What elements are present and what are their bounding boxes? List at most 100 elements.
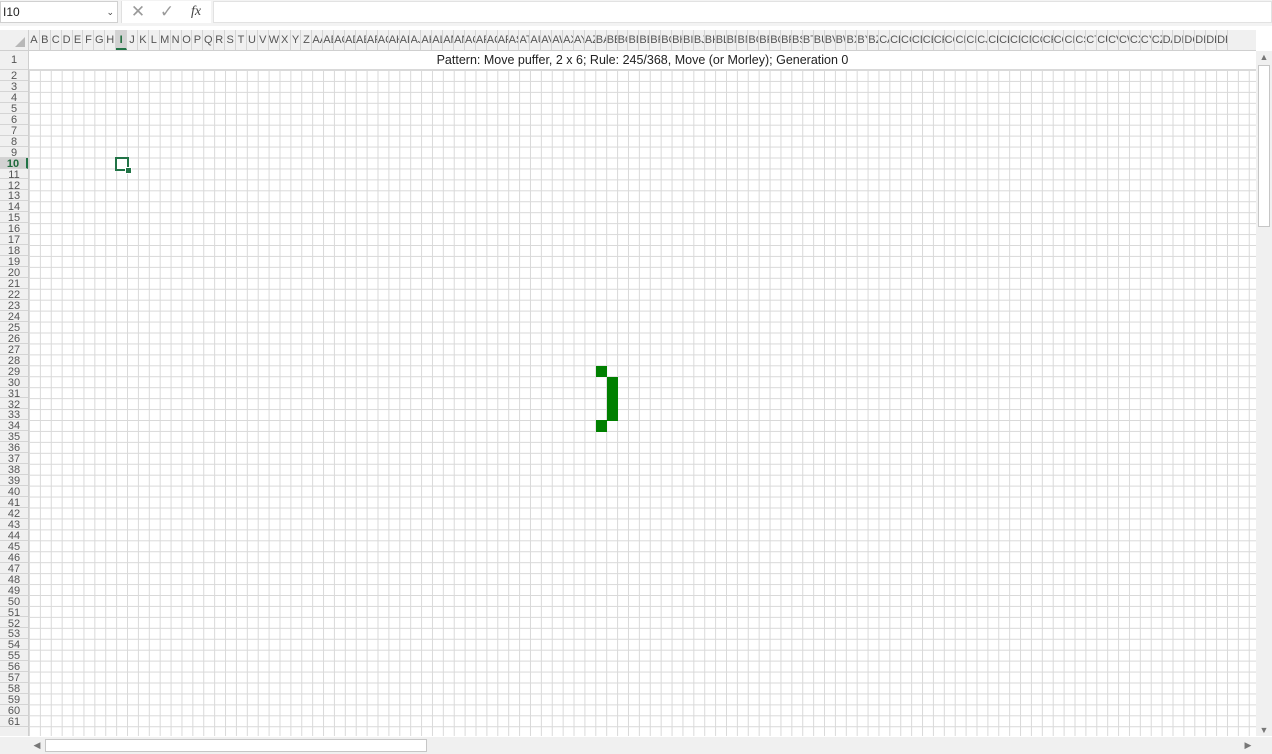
column-header[interactable]: U — [247, 30, 258, 50]
row-header[interactable]: 25 — [0, 322, 28, 333]
column-header[interactable]: BF — [650, 30, 662, 50]
column-header[interactable]: AJ — [411, 30, 422, 50]
row-header[interactable]: 59 — [0, 694, 28, 706]
row-header[interactable]: 32 — [0, 399, 28, 410]
column-header[interactable]: CF — [934, 30, 945, 50]
row-header[interactable]: 6 — [0, 114, 28, 125]
row-header[interactable]: 19 — [0, 256, 28, 268]
row-header[interactable]: 3 — [0, 81, 28, 92]
row-header[interactable]: 49 — [0, 585, 28, 596]
column-header[interactable]: B — [40, 30, 51, 50]
row-header[interactable]: 34 — [0, 420, 28, 432]
column-header[interactable]: E — [73, 30, 84, 50]
column-header[interactable]: CP — [1043, 30, 1054, 50]
column-header[interactable]: H — [105, 30, 117, 50]
live-cell[interactable] — [606, 409, 619, 421]
row-header[interactable]: 48 — [0, 574, 28, 585]
column-header[interactable]: CT — [1086, 30, 1098, 50]
column-header[interactable]: A — [29, 30, 40, 50]
column-header[interactable]: BN — [738, 30, 749, 50]
column-header[interactable]: BK — [705, 30, 716, 50]
column-header[interactable]: BB — [607, 30, 618, 50]
formula-input[interactable] — [213, 1, 1272, 23]
column-header[interactable]: BO — [748, 30, 760, 50]
column-header[interactable]: S — [225, 30, 237, 50]
scroll-down-icon[interactable]: ▼ — [1257, 725, 1271, 735]
row-header[interactable]: 9 — [0, 147, 28, 158]
column-header[interactable]: CG — [945, 30, 956, 50]
row-header[interactable]: 27 — [0, 344, 28, 355]
column-header[interactable]: CX — [1130, 30, 1141, 50]
column-header[interactable]: F — [84, 30, 95, 50]
row-header[interactable]: 17 — [0, 234, 28, 246]
column-header[interactable]: CB — [890, 30, 901, 50]
fill-handle[interactable] — [125, 166, 133, 174]
row-header[interactable]: 38 — [0, 464, 28, 476]
cancel-icon[interactable]: ✕ — [127, 1, 149, 23]
column-header[interactable]: AB — [323, 30, 335, 50]
vertical-scrollbar[interactable]: ▲ ▼ — [1256, 51, 1272, 736]
column-header[interactable]: BR — [781, 30, 792, 50]
column-header[interactable]: CK — [988, 30, 1000, 50]
column-header[interactable]: AE — [356, 30, 367, 50]
row-header[interactable]: 26 — [0, 333, 28, 344]
row-header[interactable]: 54 — [0, 639, 28, 651]
column-header[interactable]: AY — [574, 30, 585, 50]
column-header[interactable]: BX — [847, 30, 858, 50]
column-header[interactable]: CO — [1032, 30, 1043, 50]
row-header[interactable]: 42 — [0, 508, 28, 519]
horizontal-scrollbar[interactable]: ◀ ▶ — [29, 737, 1256, 754]
column-header[interactable]: AT — [520, 30, 531, 50]
enter-icon[interactable]: ✓ — [156, 1, 178, 23]
live-cell[interactable] — [606, 398, 619, 411]
column-header[interactable]: DA — [1163, 30, 1174, 50]
row-header[interactable]: 14 — [0, 201, 28, 213]
column-header[interactable]: CQ — [1054, 30, 1065, 50]
column-header[interactable]: CW — [1119, 30, 1130, 50]
column-header[interactable]: CY — [1141, 30, 1152, 50]
row-header[interactable]: 23 — [0, 300, 28, 311]
column-header[interactable]: AS — [509, 30, 520, 50]
column-header[interactable]: BJ — [694, 30, 705, 50]
row-header[interactable]: 41 — [0, 497, 28, 508]
column-header[interactable]: BM — [727, 30, 738, 50]
column-header[interactable]: BA — [596, 30, 607, 50]
column-header[interactable]: AX — [563, 30, 574, 50]
column-header[interactable]: BL — [716, 30, 727, 50]
column-header[interactable]: K — [138, 30, 149, 50]
column-header[interactable]: C — [51, 30, 62, 50]
column-header[interactable]: BT — [803, 30, 814, 50]
column-header[interactable]: AM — [443, 30, 455, 50]
column-header[interactable]: BU — [814, 30, 825, 50]
column-header[interactable]: CR — [1065, 30, 1076, 50]
column-header[interactable]: CI — [966, 30, 978, 50]
column-header[interactable]: AV — [541, 30, 553, 50]
column-header[interactable]: CJ — [977, 30, 989, 50]
insert-function-icon[interactable]: fx — [185, 1, 207, 23]
select-all-button[interactable] — [0, 30, 29, 51]
row-header[interactable]: 52 — [0, 618, 28, 629]
live-cell[interactable] — [606, 387, 619, 400]
column-header[interactable]: BG — [661, 30, 673, 50]
row-header[interactable]: 12 — [0, 180, 28, 191]
row-header[interactable]: 13 — [0, 190, 28, 202]
name-box[interactable]: I10 ⌄ — [0, 1, 118, 23]
sheet-grid[interactable]: Pattern: Move puffer, 2 x 6; Rule: 245/3… — [29, 51, 1256, 736]
column-header[interactable]: O — [182, 30, 193, 50]
column-header[interactable]: P — [193, 30, 204, 50]
column-header[interactable]: AD — [345, 30, 356, 50]
column-header[interactable]: AU — [530, 30, 542, 50]
column-header[interactable]: DB — [1174, 30, 1185, 50]
scroll-up-icon[interactable]: ▲ — [1257, 52, 1271, 62]
row-header[interactable]: 47 — [0, 563, 28, 574]
live-cell[interactable] — [606, 376, 619, 389]
column-header[interactable]: CN — [1021, 30, 1032, 50]
row-header[interactable]: 20 — [0, 267, 28, 279]
column-header[interactable]: AH — [389, 30, 400, 50]
column-header[interactable]: J — [127, 30, 138, 50]
row-header[interactable]: 1 — [0, 51, 28, 70]
column-header[interactable]: CD — [912, 30, 923, 50]
column-header[interactable]: BS — [792, 30, 803, 50]
column-header[interactable]: BH — [672, 30, 683, 50]
row-header[interactable]: 30 — [0, 377, 28, 388]
